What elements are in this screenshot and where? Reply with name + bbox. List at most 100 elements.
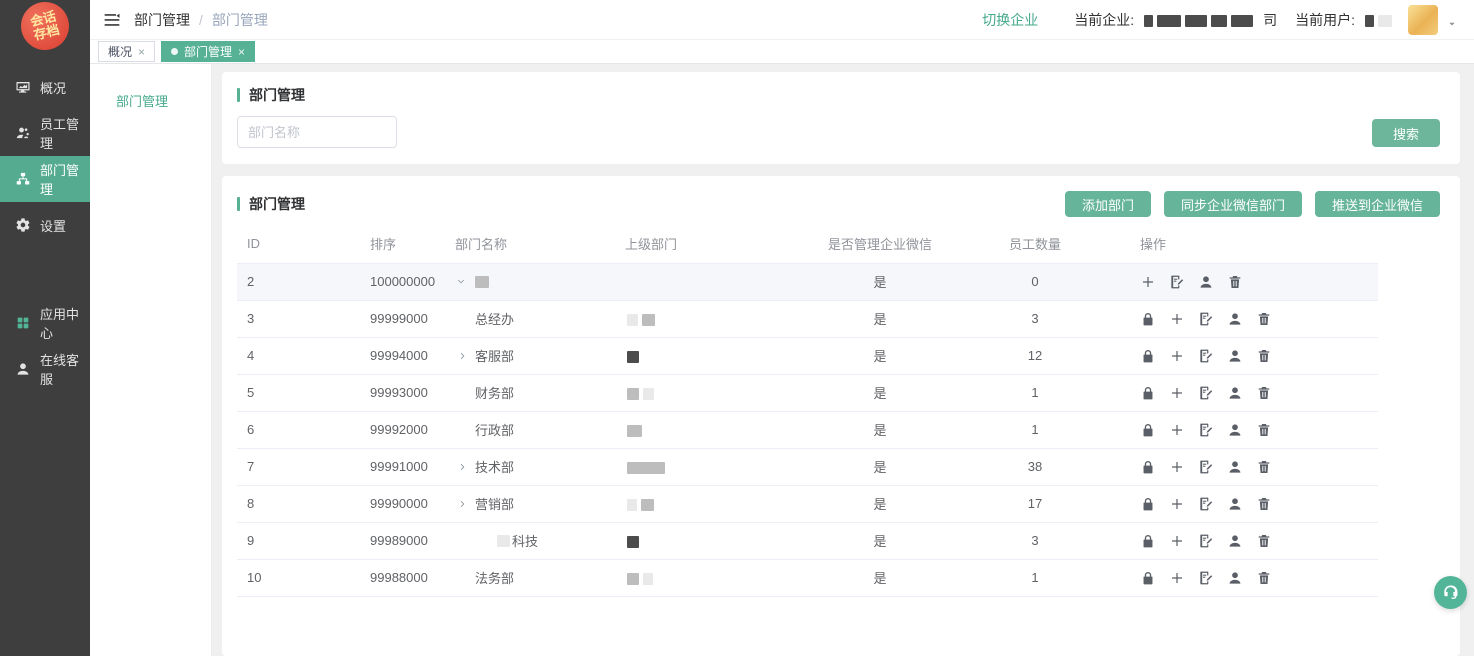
edit-icon[interactable] [1198, 496, 1214, 512]
trash-icon[interactable] [1227, 274, 1243, 290]
user-icon[interactable] [1227, 422, 1243, 438]
user-menu-caret-icon[interactable] [1446, 18, 1458, 30]
sync-wecom-departments-button[interactable]: 同步企业微信部门 [1164, 191, 1302, 217]
sidebar-item-department-management[interactable]: 部门管理 [0, 156, 90, 202]
plus-icon[interactable] [1169, 422, 1185, 438]
edit-icon[interactable] [1198, 570, 1214, 586]
app-center-icon [15, 315, 31, 331]
edit-icon[interactable] [1198, 459, 1214, 475]
parent-dept-redacted [627, 573, 639, 585]
sidebar-item-label: 部门管理 [40, 160, 90, 198]
sidebar-item-overview[interactable]: 概况 [0, 64, 90, 110]
trash-icon[interactable] [1256, 496, 1272, 512]
trash-icon[interactable] [1256, 459, 1272, 475]
dept-sort-cell: 100000000 [360, 263, 445, 300]
row-actions-cell [1130, 485, 1378, 522]
user-icon[interactable] [1227, 533, 1243, 549]
lock-icon[interactable] [1140, 422, 1156, 438]
parent-dept-cell [615, 374, 820, 411]
lock-icon[interactable] [1140, 533, 1156, 549]
trash-icon[interactable] [1256, 422, 1272, 438]
submenu-item-department-management[interactable]: 部门管理 [90, 86, 211, 118]
tab-overview[interactable]: 概况× [98, 41, 155, 62]
lock-icon[interactable] [1140, 570, 1156, 586]
customer-service-button[interactable] [1434, 576, 1467, 609]
trash-icon[interactable] [1256, 311, 1272, 327]
employee-count-cell: 12 [940, 337, 1130, 374]
search-button[interactable]: 搜索 [1372, 119, 1440, 147]
edit-icon[interactable] [1198, 533, 1214, 549]
row-actions-cell [1130, 448, 1378, 485]
plus-icon[interactable] [1169, 348, 1185, 364]
user-icon[interactable] [1227, 348, 1243, 364]
table-header-row: ID排序部门名称上级部门是否管理企业微信员工数量操作 [237, 225, 1378, 263]
user-icon[interactable] [1227, 459, 1243, 475]
sidebar-item-app-center[interactable]: 应用中心 [0, 300, 90, 346]
plus-icon[interactable] [1169, 385, 1185, 401]
edit-icon[interactable] [1198, 422, 1214, 438]
main-sidebar: 会话 存档 概况员工管理部门管理设置应用中心在线客服 [0, 0, 90, 656]
dept-name-content: 财务部 [455, 383, 615, 402]
column-header: 是否管理企业微信 [820, 225, 940, 263]
trash-icon[interactable] [1256, 533, 1272, 549]
department-table: ID排序部门名称上级部门是否管理企业微信员工数量操作 2100000000是03… [237, 225, 1378, 597]
user-icon[interactable] [1227, 570, 1243, 586]
chevron-right-icon[interactable] [457, 461, 475, 473]
push-to-wecom-button[interactable]: 推送到企业微信 [1315, 191, 1440, 217]
row-actions [1140, 385, 1378, 401]
sidebar-item-settings[interactable]: 设置 [0, 202, 90, 248]
plus-icon[interactable] [1169, 570, 1185, 586]
edit-icon[interactable] [1198, 311, 1214, 327]
tab-close-icon[interactable]: × [138, 46, 145, 58]
edit-icon[interactable] [1169, 274, 1185, 290]
sidebar-item-online-service[interactable]: 在线客服 [0, 346, 90, 392]
dept-sort-cell: 99990000 [360, 485, 445, 522]
lock-icon[interactable] [1140, 348, 1156, 364]
plus-icon[interactable] [1140, 274, 1156, 290]
lock-icon[interactable] [1140, 459, 1156, 475]
edit-icon[interactable] [1198, 385, 1214, 401]
search-card-title: 部门管理 [249, 85, 305, 105]
plus-icon[interactable] [1169, 311, 1185, 327]
dept-id-cell: 5 [237, 374, 360, 411]
chevron-right-icon[interactable] [457, 350, 475, 362]
row-actions [1140, 422, 1378, 438]
collapse-sidebar-icon[interactable] [102, 10, 122, 30]
parent-dept-redacted [642, 314, 655, 326]
plus-icon[interactable] [1169, 496, 1185, 512]
trash-icon[interactable] [1256, 570, 1272, 586]
lock-icon[interactable] [1140, 385, 1156, 401]
user-icon[interactable] [1227, 496, 1243, 512]
row-actions-cell [1130, 411, 1378, 448]
department-name-input[interactable] [237, 116, 397, 148]
tab-close-icon[interactable]: × [238, 46, 245, 58]
chevron-down-icon[interactable] [455, 276, 473, 288]
lock-icon[interactable] [1140, 496, 1156, 512]
tab-label: 部门管理 [184, 43, 232, 60]
add-department-button[interactable]: 添加部门 [1065, 191, 1151, 217]
department-table-card: 部门管理 添加部门同步企业微信部门推送到企业微信 ID排序部门名称上级部门是否管… [222, 176, 1460, 656]
edit-icon[interactable] [1198, 348, 1214, 364]
breadcrumb-parent[interactable]: 部门管理 [134, 10, 190, 30]
content-area: 部门管理 搜索 部门管理 添加部门同步企业微信部门推送到企业微信 [212, 64, 1474, 656]
plus-icon[interactable] [1169, 459, 1185, 475]
user-icon[interactable] [1227, 311, 1243, 327]
lock-icon[interactable] [1140, 311, 1156, 327]
dept-id-cell: 4 [237, 337, 360, 374]
tab-department-management[interactable]: 部门管理 × [161, 41, 255, 62]
user-avatar[interactable] [1408, 5, 1438, 35]
trash-icon[interactable] [1256, 385, 1272, 401]
user-icon[interactable] [1198, 274, 1214, 290]
sidebar-item-employee-management[interactable]: 员工管理 [0, 110, 90, 156]
plus-icon[interactable] [1169, 533, 1185, 549]
logo-text-line2: 存档 [32, 23, 61, 43]
user-icon[interactable] [1227, 385, 1243, 401]
switch-company-link[interactable]: 切换企业 [982, 10, 1038, 30]
topbar-right: 切换企业 当前企业: 司 当前用户: [982, 5, 1458, 35]
row-actions-cell [1130, 263, 1378, 300]
parent-dept-redacted [627, 462, 665, 474]
trash-icon[interactable] [1256, 348, 1272, 364]
parent-dept-redacted [643, 388, 654, 400]
chevron-right-icon[interactable] [457, 498, 475, 510]
dept-id-cell: 3 [237, 300, 360, 337]
